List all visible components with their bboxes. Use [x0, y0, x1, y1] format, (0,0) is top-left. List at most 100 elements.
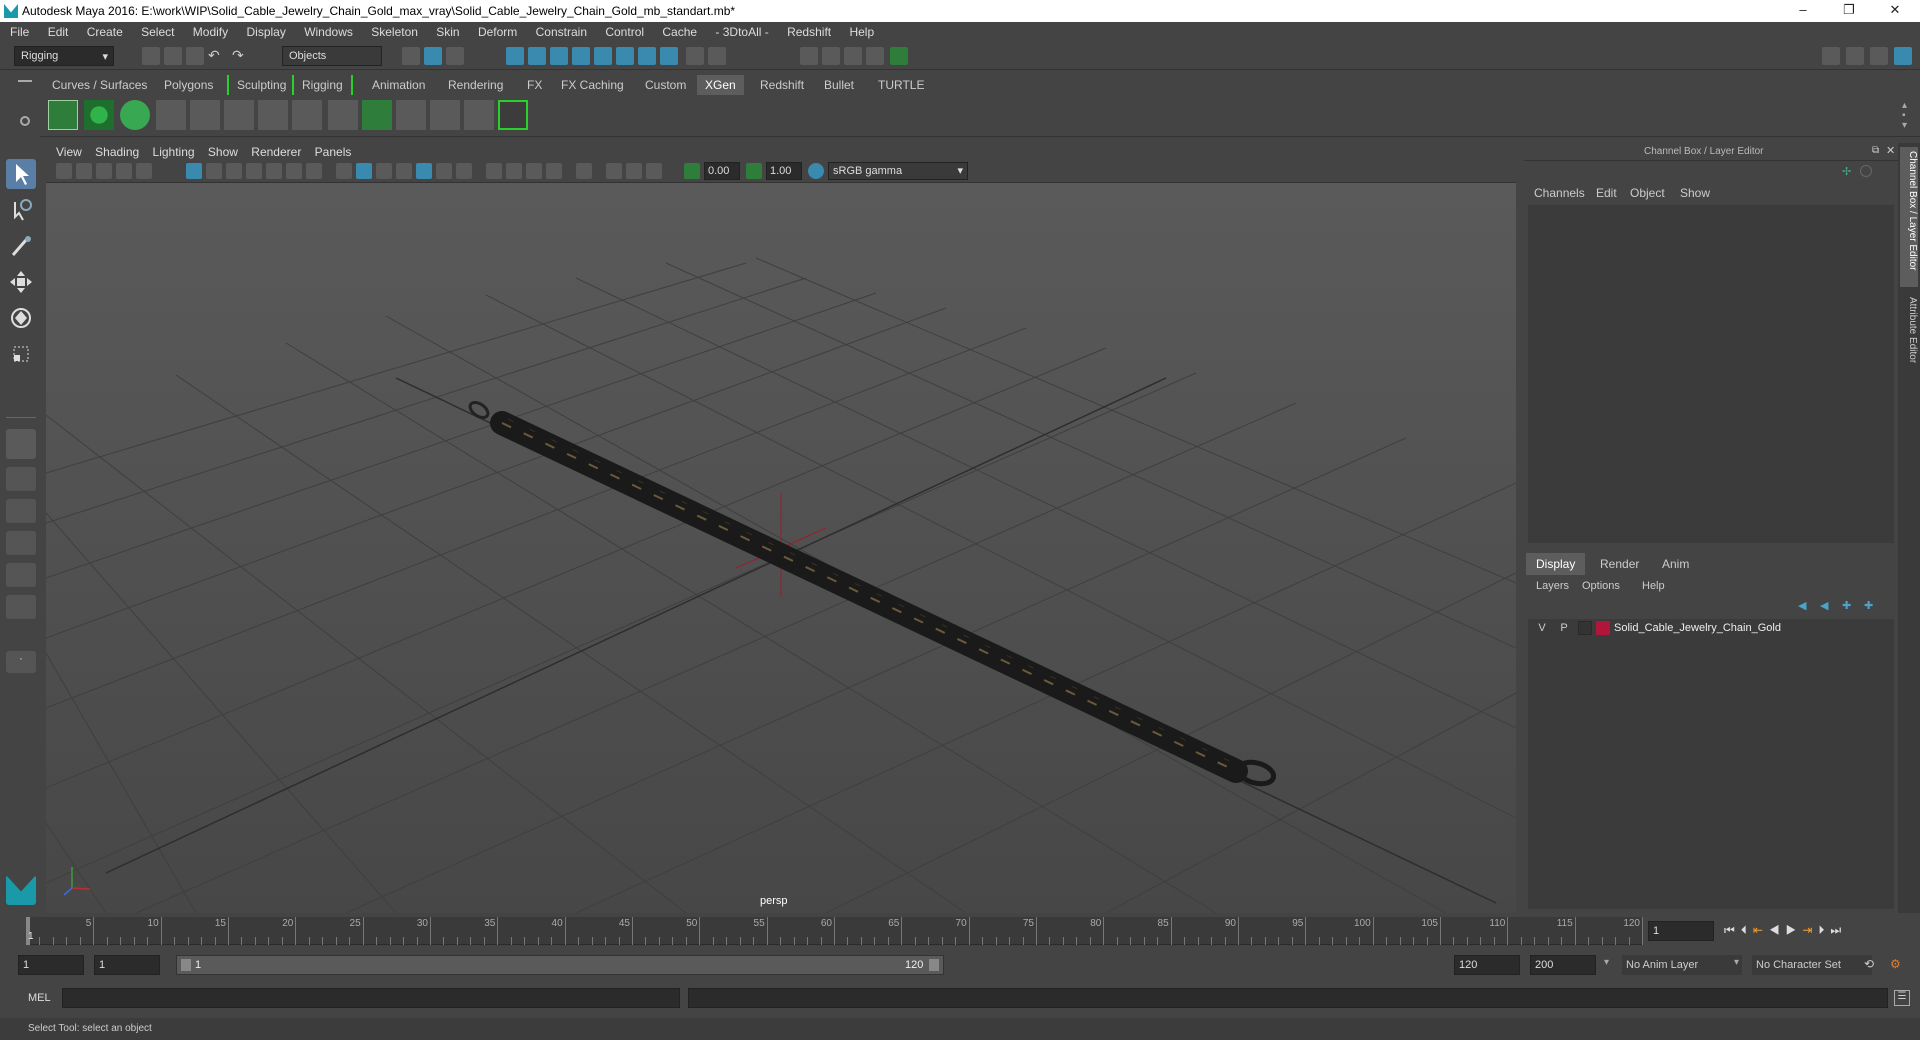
range-slider-start-handle[interactable] [181, 959, 191, 971]
outliner-persp-layout-icon[interactable] [6, 595, 36, 619]
film-gate-icon[interactable] [206, 163, 222, 179]
go-to-end-icon[interactable]: ⏭ [1830, 923, 1847, 937]
xgen-insert-guide-icon[interactable] [224, 100, 254, 130]
xgen-cut-icon[interactable] [464, 100, 494, 130]
xgen-create-description-icon[interactable] [84, 100, 114, 130]
wireframe-on-shaded-icon[interactable] [396, 163, 412, 179]
menu-modify[interactable]: Modify [193, 22, 228, 39]
tab-render[interactable]: Render [1590, 553, 1649, 575]
input-ops-icon[interactable] [708, 47, 726, 65]
snap-face-icon[interactable] [660, 47, 678, 65]
camera-attributes-icon[interactable] [76, 163, 92, 179]
auto-key-icon[interactable]: ⟲ [1864, 957, 1874, 971]
shelf-settings-icon[interactable] [20, 116, 30, 126]
script-language-label[interactable]: MEL [28, 992, 51, 1004]
new-empty-layer-icon[interactable]: ✚ [1842, 599, 1851, 612]
gamma-icon[interactable] [746, 163, 762, 179]
vp-menu-show[interactable]: Show [208, 143, 238, 159]
use-all-lights-icon[interactable] [436, 163, 452, 179]
tab-rigging[interactable]: Rigging [292, 75, 353, 95]
playback-end-field[interactable]: 120 [1454, 955, 1520, 975]
vp-menu-lighting[interactable]: Lighting [153, 143, 195, 159]
exposure-icon[interactable] [684, 163, 700, 179]
xgen-interactive-groom-icon[interactable] [396, 100, 426, 130]
selection-mode-dropdown[interactable]: Objects [282, 46, 382, 66]
new-scene-icon[interactable] [142, 47, 160, 65]
attribute-editor-toggle-icon[interactable] [1846, 47, 1864, 65]
move-layer-up-icon[interactable]: ◀ [1798, 599, 1806, 612]
four-view-layout-icon[interactable] [6, 467, 36, 491]
layer-playback-toggle[interactable]: P [1556, 620, 1572, 636]
select-camera-icon[interactable] [56, 163, 72, 179]
menu-layers[interactable]: Layers [1536, 580, 1569, 592]
character-set-dropdown[interactable]: No Character Set [1752, 955, 1872, 975]
maximize-button[interactable]: ❐ [1826, 2, 1872, 20]
animation-start-field[interactable]: 1 [18, 955, 84, 975]
undo-icon[interactable]: ↶ [208, 47, 226, 65]
xgen-toggle-icon[interactable] [498, 100, 528, 130]
menu-deform[interactable]: Deform [478, 22, 517, 39]
safe-title-icon[interactable] [306, 163, 322, 179]
menu-constrain[interactable]: Constrain [536, 22, 587, 39]
grease-pencil-icon[interactable] [136, 163, 152, 179]
xgen-editor-icon[interactable] [48, 100, 78, 130]
move-tool-icon[interactable] [6, 267, 36, 297]
xgen-guide-cvs-icon[interactable] [258, 100, 288, 130]
layer-row[interactable]: V P Solid_Cable_Jewelry_Chain_Gold [1528, 619, 1894, 639]
scale-tool-icon[interactable] [6, 339, 36, 369]
shadows-icon[interactable] [456, 163, 472, 179]
layer-visibility-toggle[interactable]: V [1534, 620, 1550, 636]
color-space-dropdown[interactable]: sRGB gamma ▾ [828, 162, 968, 180]
channel-box-toggle-icon[interactable] [1894, 47, 1912, 65]
render-settings-icon[interactable] [844, 47, 862, 65]
menu-create[interactable]: Create [87, 22, 123, 39]
xgen-lock-guides-icon[interactable] [292, 100, 322, 130]
menu-select[interactable]: Select [141, 22, 174, 39]
menu-display[interactable]: Display [246, 22, 285, 39]
tab-polygons[interactable]: Polygons [156, 75, 221, 95]
xgen-comb-icon[interactable] [328, 100, 358, 130]
open-scene-icon[interactable] [164, 47, 182, 65]
motion-blur-icon[interactable] [506, 163, 522, 179]
modeling-toolkit-icon[interactable] [1822, 47, 1840, 65]
current-frame-field[interactable]: 1 [1648, 921, 1714, 941]
select-tool-icon[interactable] [6, 159, 36, 189]
exposure-field[interactable]: 0.00 [704, 162, 740, 180]
close-panel-icon[interactable]: ✕ [1886, 144, 1895, 157]
menu-cache[interactable]: Cache [662, 22, 697, 39]
menu-skin[interactable]: Skin [436, 22, 459, 39]
viewport-scene[interactable] [46, 183, 1516, 913]
safe-action-icon[interactable] [286, 163, 302, 179]
field-chart-icon[interactable] [266, 163, 282, 179]
screen-space-ao-icon[interactable] [486, 163, 502, 179]
tab-redshift[interactable]: Redshift [752, 75, 812, 95]
wireframe-icon[interactable] [336, 163, 352, 179]
xgen-add-guide-icon[interactable] [190, 100, 220, 130]
menu-file[interactable]: File [10, 22, 29, 39]
tab-sculpting[interactable]: Sculpting [227, 75, 294, 95]
tab-anim[interactable]: Anim [1652, 553, 1699, 575]
animation-preferences-icon[interactable]: ⚙ [1890, 957, 1901, 971]
tab-curves-surfaces[interactable]: Curves / Surfaces [44, 75, 155, 95]
persp-hypershade-layout-icon[interactable] [6, 563, 36, 587]
rotate-tool-icon[interactable] [6, 303, 36, 333]
chevron-down-icon[interactable]: ▾ [1734, 957, 1739, 968]
vp-menu-renderer[interactable]: Renderer [251, 143, 301, 159]
layer-name[interactable]: Solid_Cable_Jewelry_Chain_Gold [1614, 622, 1781, 634]
grid-toggle-icon[interactable] [186, 163, 202, 179]
channel-box-slider-icon[interactable] [1860, 165, 1872, 177]
tab-custom[interactable]: Custom [637, 75, 694, 95]
animation-end-field[interactable]: 200 [1530, 955, 1596, 975]
play-forward-icon[interactable]: ▶ [1786, 923, 1803, 937]
xgen-layers-icon[interactable] [362, 100, 392, 130]
tab-xgen[interactable]: XGen [697, 75, 744, 95]
layout-more-icon[interactable]: · [6, 651, 36, 673]
select-component-icon[interactable] [446, 47, 464, 65]
menu-control[interactable]: Control [605, 22, 644, 39]
snap-grid-icon[interactable] [506, 47, 524, 65]
render-view-icon[interactable] [890, 47, 908, 65]
menuset-dropdown[interactable]: Rigging ▾ [14, 46, 114, 66]
snap-point-icon[interactable] [550, 47, 568, 65]
tab-fx-caching[interactable]: FX Caching [553, 75, 632, 95]
shelf-scroll-icon[interactable]: ▴ ▪ ▾ [1902, 101, 1907, 131]
